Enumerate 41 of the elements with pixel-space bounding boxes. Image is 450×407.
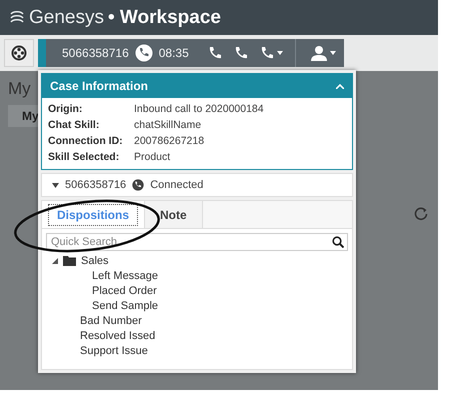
- tree-item[interactable]: Left Message: [92, 270, 158, 282]
- chevron-icon[interactable]: [336, 84, 344, 88]
- caret-icon: [330, 51, 336, 55]
- menu-button[interactable]: [4, 39, 34, 67]
- interaction-status: Connected: [150, 179, 204, 191]
- tree-item[interactable]: Sales: [81, 255, 109, 267]
- tree-item[interactable]: Support Issue: [80, 345, 148, 357]
- status-strip: [38, 39, 46, 67]
- tab[interactable]: Note: [145, 201, 203, 228]
- field-label: Skill Selected:: [48, 151, 120, 163]
- field-label: Origin:: [48, 103, 84, 115]
- case-information-header[interactable]: Case Information: [42, 74, 352, 98]
- refresh-icon: [414, 207, 428, 221]
- field-value: Product: [134, 151, 172, 163]
- phone-icon: [132, 179, 144, 191]
- page-heading: My: [8, 79, 31, 99]
- field-value: 200786267218: [134, 135, 206, 147]
- tree-item[interactable]: Bad Number: [80, 315, 142, 327]
- expand-triangle-icon[interactable]: [52, 258, 58, 264]
- support-icon: [11, 45, 27, 61]
- caret-icon: [276, 51, 283, 55]
- field-value: Inbound call to 2020000184: [134, 103, 265, 115]
- phone-icon: [134, 44, 153, 62]
- tab-label: My: [22, 109, 39, 123]
- brand-name: Genesys: [29, 6, 104, 28]
- field-label: Chat Skill:: [48, 119, 100, 131]
- collapse-triangle-icon[interactable]: [52, 182, 59, 188]
- tree-item[interactable]: Placed Order: [92, 285, 157, 297]
- folder-icon: [63, 256, 76, 266]
- search-icon[interactable]: [332, 236, 344, 248]
- app-title: • Workspace: [108, 6, 221, 28]
- phone-number: 5066358716: [62, 46, 129, 60]
- panel-title: Case Information: [50, 79, 148, 93]
- tree-item[interactable]: Send Sample: [92, 300, 158, 312]
- field-value: chatSkillName: [134, 119, 202, 131]
- call-timer: 08:35: [158, 46, 189, 60]
- interaction-number: 5066358716: [65, 179, 126, 191]
- search-field[interactable]: Quick Search: [46, 233, 348, 251]
- logo-icon: [9, 10, 25, 24]
- tree-item[interactable]: Resolved Issed: [80, 330, 156, 342]
- field-label: Connection ID:: [48, 135, 124, 147]
